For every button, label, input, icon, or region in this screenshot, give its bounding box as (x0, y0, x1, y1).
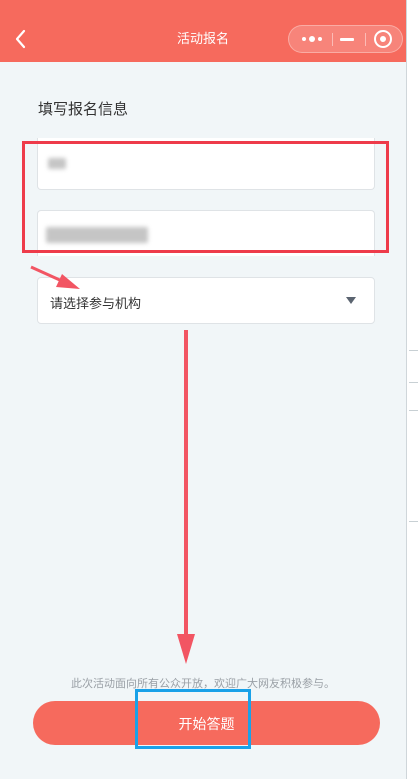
start-quiz-button[interactable]: 开始答题 (33, 701, 380, 745)
arrow-to-start-button (177, 330, 195, 664)
minimize-icon[interactable] (333, 26, 361, 52)
more-icon[interactable] (295, 26, 329, 52)
background-window-edge (406, 0, 418, 779)
capsule-divider (365, 33, 366, 46)
form-section-title: 填写报名信息 (38, 100, 129, 118)
name-field[interactable] (37, 138, 375, 190)
nav-bar: 活动报名 (0, 0, 406, 62)
activity-notice: 此次活动面向所有公众开放，欢迎广大网友积极参与。 (71, 677, 335, 690)
close-circle-icon[interactable] (367, 26, 399, 52)
organization-select[interactable]: 请选择参与机构 (37, 277, 375, 324)
name-input[interactable] (38, 138, 374, 189)
mini-program-screen: 活动报名 填写报名信息 请选择参与机构 此次活动面向所有公众开放，欢迎广大网友积… (0, 0, 406, 779)
redacted-phone (46, 227, 148, 243)
dropdown-caret-icon (346, 297, 356, 304)
redacted-name (48, 158, 66, 169)
phone-field[interactable] (37, 210, 375, 256)
capsule-menu (288, 25, 403, 53)
start-quiz-button-label: 开始答题 (178, 717, 235, 733)
organization-select-label: 请选择参与机构 (50, 297, 142, 312)
